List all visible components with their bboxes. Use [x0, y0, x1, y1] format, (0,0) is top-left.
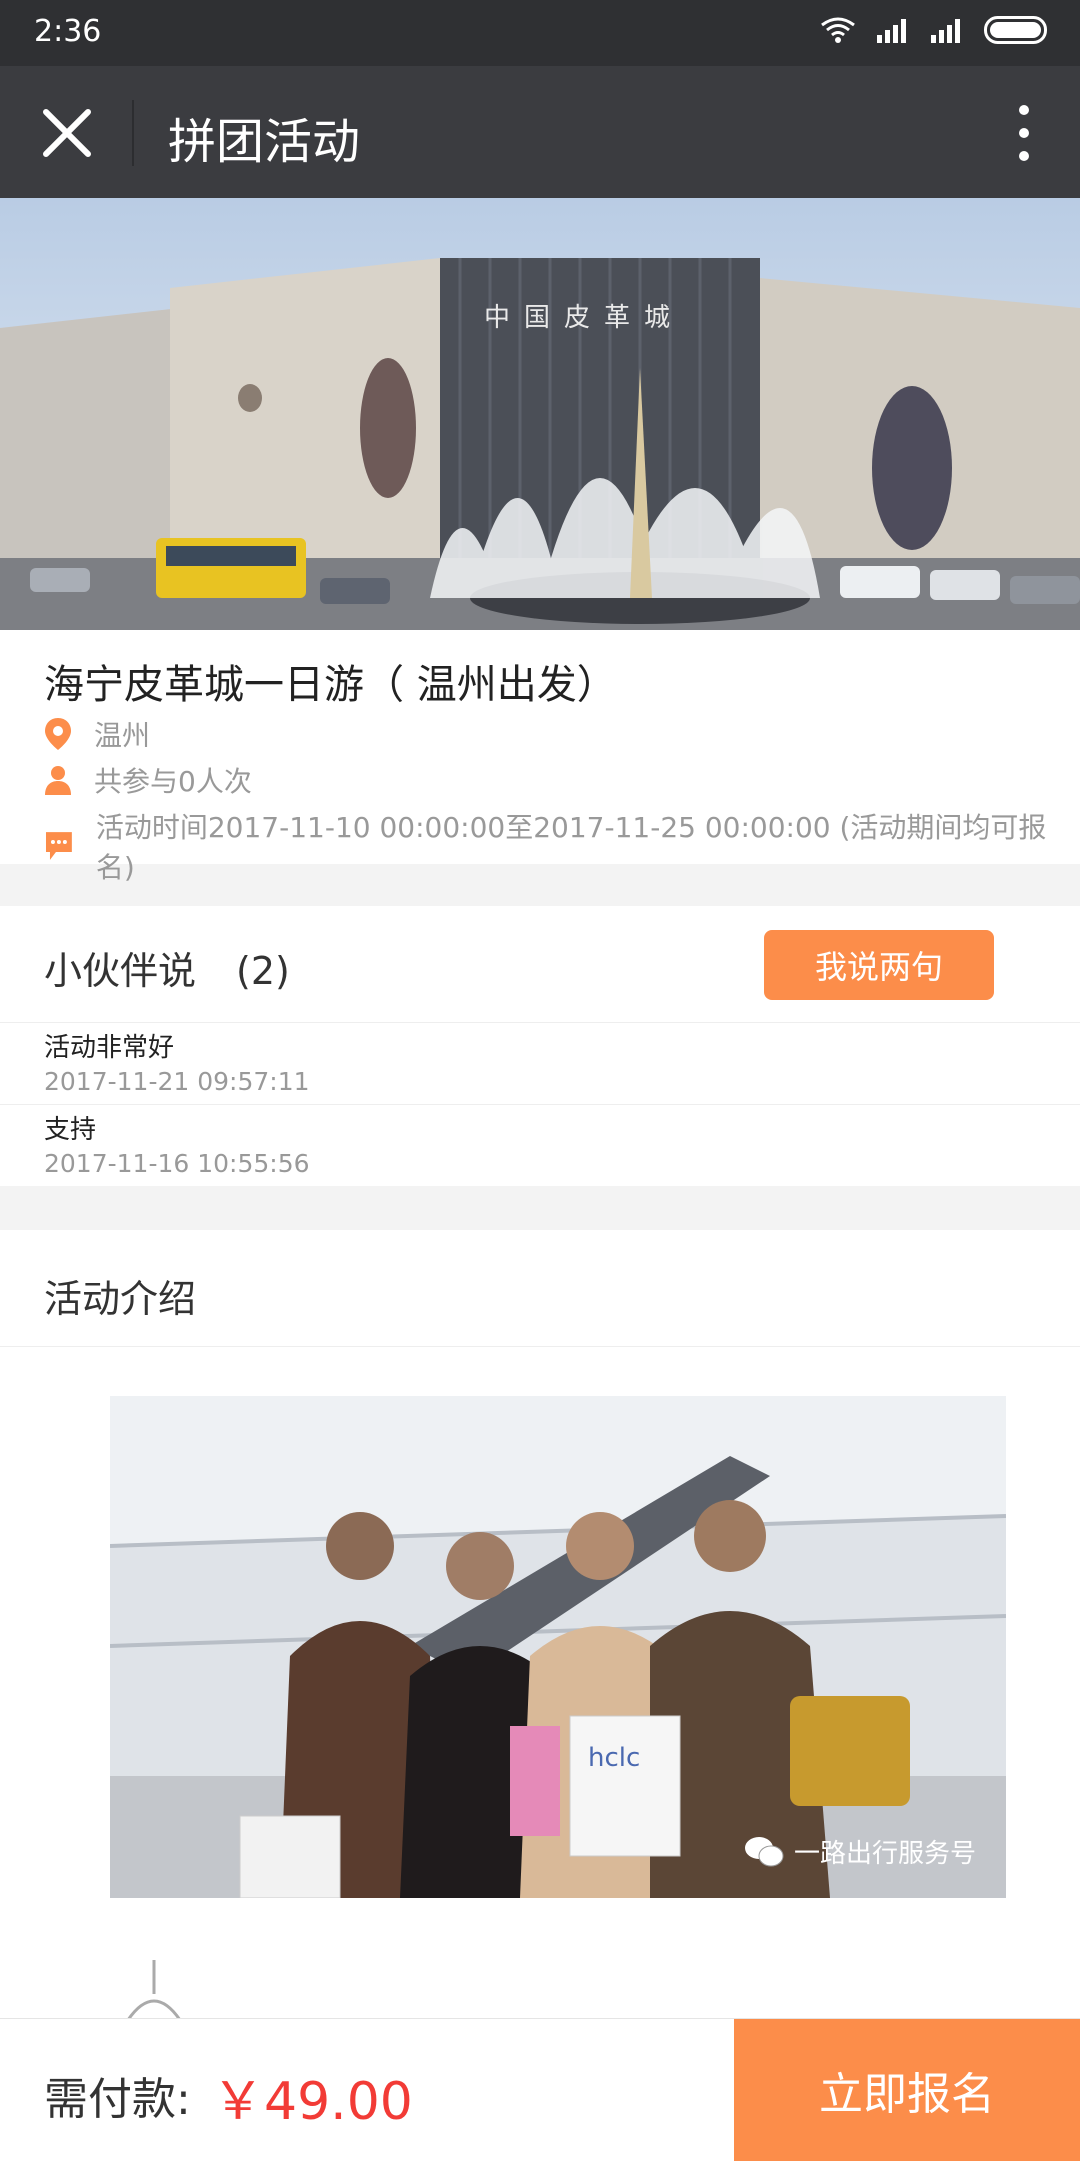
- comment-item: 活动非常好 2017-11-21 09:57:11: [0, 1022, 1080, 1105]
- comments-count: (2): [236, 949, 290, 993]
- bag-logo: hclc: [588, 1743, 640, 1773]
- comment-time: 2017-11-21 09:57:11: [44, 1067, 310, 1096]
- intro-heading: 活动介绍: [44, 1277, 197, 1321]
- wechat-icon: [744, 1836, 784, 1866]
- scroll-content-icon: [126, 1960, 182, 2020]
- title-divider: [132, 100, 134, 166]
- watermark-text: 一路出行服务号: [793, 1839, 976, 1869]
- status-bar: 2:36: [0, 0, 1080, 66]
- signal-icon: [877, 19, 906, 43]
- location-text: 温州: [94, 719, 151, 752]
- location-pin-icon: [45, 718, 71, 750]
- wifi-icon: [821, 17, 855, 43]
- more-options-icon[interactable]: [1012, 100, 1036, 166]
- watermark: 一路出行服务号: [744, 1833, 976, 1870]
- comments-title: 小伙伴说: [44, 949, 197, 993]
- payment-bar: 需付款: ￥49.00 立即报名: [0, 2018, 1080, 2161]
- price-label: 需付款:: [44, 2074, 191, 2125]
- intro-photo: hclc 一路出行服务号: [110, 1396, 1006, 1898]
- title-bar: 拼团活动: [0, 66, 1080, 198]
- page-title: 拼团活动: [168, 114, 361, 170]
- participants-text: 共参与0人次: [94, 765, 252, 798]
- message-icon: [45, 832, 72, 860]
- comment-text: 支持: [44, 1115, 97, 1145]
- comment-item: 支持 2017-11-16 10:55:56: [0, 1104, 1080, 1187]
- building-sign: 中国皮革城: [484, 303, 684, 333]
- signal-icon-2: [931, 19, 960, 43]
- person-icon: [45, 766, 71, 795]
- participants-row: 共参与0人次: [44, 760, 252, 800]
- status-time: 2:36: [34, 14, 102, 49]
- battery-icon: [984, 16, 1047, 44]
- comments-section: 小伙伴说 (2) 我说两句 活动非常好 2017-11-21 09:57:11 支…: [0, 906, 1080, 1186]
- activity-cover-image: 中国皮革城: [0, 198, 1080, 630]
- comment-text: 活动非常好: [44, 1033, 175, 1063]
- price-value: ￥49.00: [212, 2072, 413, 2132]
- activity-title: 海宁皮革城一日游（ 温州出发）: [44, 662, 617, 708]
- comments-heading: 小伙伴说 (2): [44, 940, 290, 995]
- add-comment-button[interactable]: 我说两句: [764, 930, 994, 1000]
- activity-time-text: 活动时间2017-11-10 00:00:00至2017-11-25 00:00…: [95, 811, 1047, 884]
- activity-info-card: 海宁皮革城一日游（ 温州出发） 温州 共参与0人次 活动时间2017-11-10…: [0, 630, 1080, 884]
- activity-time-row: 活动时间2017-11-10 00:00:00至2017-11-25 00:00…: [44, 806, 1080, 886]
- signup-button[interactable]: 立即报名: [734, 2019, 1080, 2161]
- close-icon[interactable]: [40, 106, 94, 160]
- comment-time: 2017-11-16 10:55:56: [44, 1149, 310, 1178]
- location-row: 温州: [44, 714, 150, 754]
